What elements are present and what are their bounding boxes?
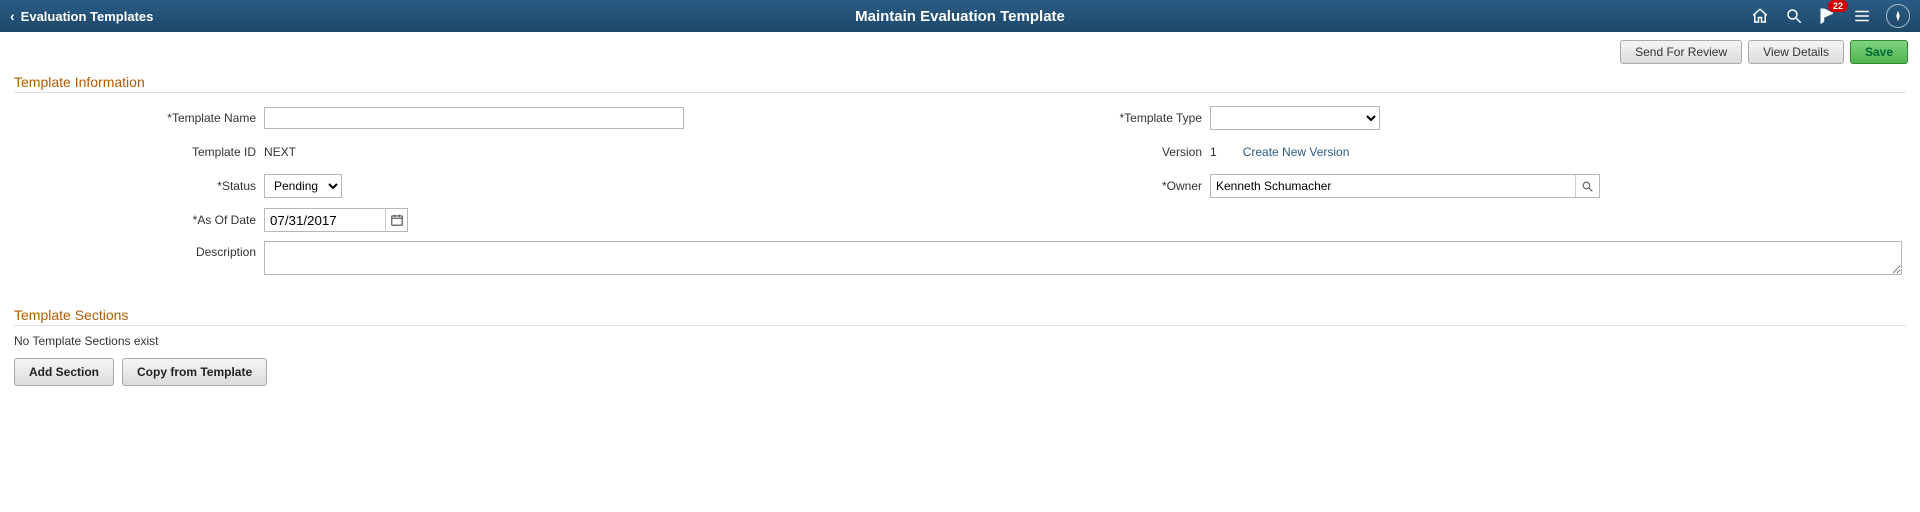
label-owner: Owner	[960, 179, 1210, 193]
header-actions: 22	[1750, 4, 1910, 28]
template-name-input[interactable]	[264, 107, 684, 129]
home-icon[interactable]	[1750, 6, 1770, 26]
copy-from-template-button[interactable]: Copy from Template	[122, 358, 267, 386]
template-type-select[interactable]	[1210, 106, 1380, 130]
description-textarea[interactable]	[264, 241, 1902, 275]
page-title: Maintain Evaluation Template	[855, 8, 1065, 25]
create-new-version-link[interactable]: Create New Version	[1243, 145, 1350, 159]
owner-lookup-icon[interactable]	[1575, 175, 1599, 197]
form-left-column: Template Name Template ID NEXT Status Pe…	[14, 103, 960, 239]
label-version: Version	[960, 145, 1210, 159]
add-section-button[interactable]: Add Section	[14, 358, 114, 386]
template-info-form: Template Name Template ID NEXT Status Pe…	[14, 103, 1906, 239]
label-status: Status	[14, 179, 264, 193]
calendar-icon[interactable]	[385, 209, 407, 231]
label-as-of-date: As Of Date	[14, 213, 264, 227]
as-of-date-input[interactable]	[265, 210, 385, 231]
compass-icon[interactable]	[1886, 4, 1910, 28]
label-description: Description	[14, 241, 264, 259]
form-right-column: Template Type Version 1 Create New Versi…	[960, 103, 1906, 239]
version-value: 1	[1210, 145, 1217, 159]
chevron-left-icon: ‹	[10, 8, 15, 24]
back-nav-label: Evaluation Templates	[21, 9, 154, 24]
as-of-date-field	[264, 208, 408, 232]
label-template-type: Template Type	[960, 111, 1210, 125]
label-template-name: Template Name	[14, 111, 264, 125]
owner-field	[1210, 174, 1600, 198]
owner-input[interactable]	[1211, 176, 1575, 196]
header-bar: ‹ Evaluation Templates Maintain Evaluati…	[0, 0, 1920, 32]
no-sections-message: No Template Sections exist	[14, 334, 1906, 348]
back-nav[interactable]: ‹ Evaluation Templates	[10, 8, 153, 24]
content-area: Template Information Template Name Templ…	[0, 68, 1920, 406]
label-template-id: Template ID	[14, 145, 264, 159]
action-button-row: Send For Review View Details Save	[0, 32, 1920, 64]
notification-badge: 22	[1828, 0, 1848, 12]
menu-icon[interactable]	[1852, 6, 1872, 26]
status-select[interactable]: Pending	[264, 174, 342, 198]
section-button-row: Add Section Copy from Template	[14, 358, 1906, 386]
view-details-button[interactable]: View Details	[1748, 40, 1844, 64]
template-id-value: NEXT	[264, 145, 296, 159]
section-template-sections-title: Template Sections	[14, 301, 1906, 326]
notifications-icon[interactable]: 22	[1818, 6, 1838, 26]
description-row: Description	[14, 241, 1906, 275]
section-template-information-title: Template Information	[14, 68, 1906, 93]
search-icon[interactable]	[1784, 6, 1804, 26]
send-for-review-button[interactable]: Send For Review	[1620, 40, 1742, 64]
save-button[interactable]: Save	[1850, 40, 1908, 64]
